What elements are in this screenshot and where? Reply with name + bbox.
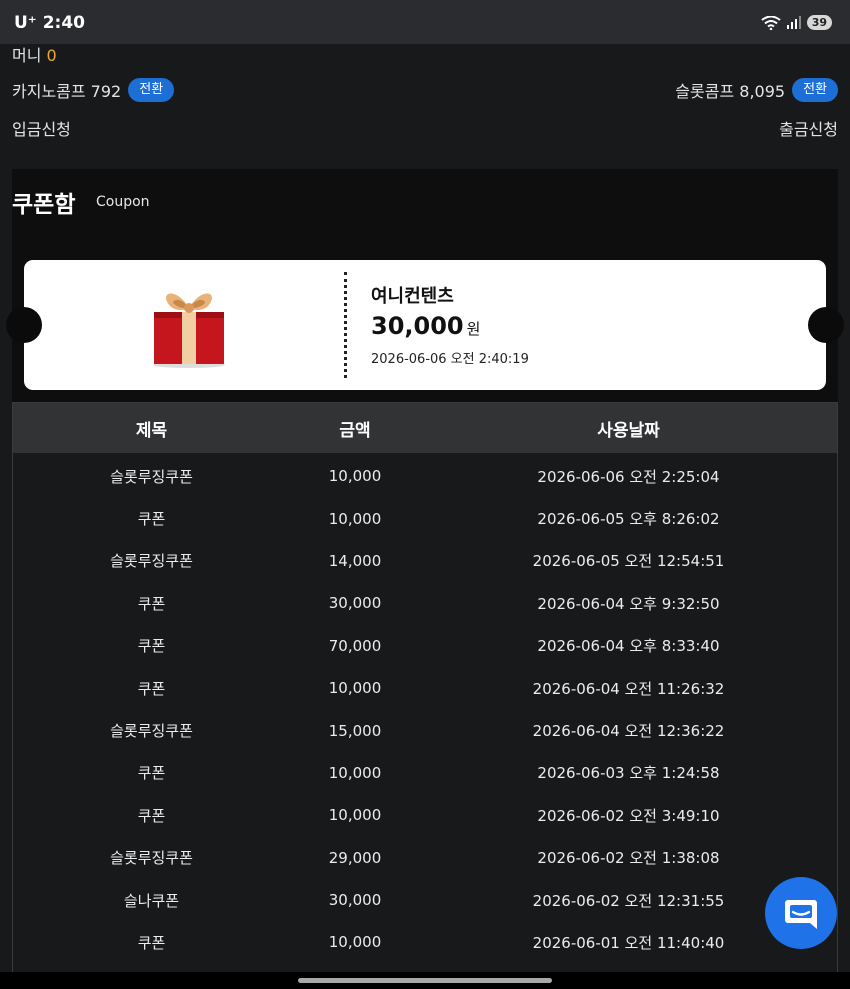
row-amount: 29,000 <box>328 848 382 867</box>
row-amount: 30,000 <box>328 891 382 910</box>
row-used-date: 2026-06-05 오전 12:54:51 <box>532 552 725 571</box>
row-title: 쿠폰 <box>137 679 166 698</box>
live-chat-button[interactable] <box>765 877 837 949</box>
header-used-date: 사용날짜 <box>597 420 660 441</box>
row-title: 슬롯루징쿠폰 <box>110 722 193 741</box>
row-amount: 14,000 <box>328 551 382 570</box>
row-title: 쿠폰 <box>137 637 166 656</box>
header-amount: 금액 <box>339 420 371 441</box>
row-used-date: 2026-06-06 오전 2:25:04 <box>537 467 720 486</box>
coupon-box-title: 쿠폰함 <box>12 192 76 218</box>
ticket-divider <box>344 272 347 378</box>
status-time: U⁺ 2:40 <box>14 13 85 33</box>
table-row: 쿠폰 10,000 2026-06-03 오후 1:24:58 <box>13 752 837 794</box>
row-used-date: 2026-06-02 오전 1:38:08 <box>537 849 720 868</box>
money-value: 0 <box>46 46 57 65</box>
comp-row: 카지노콤프 792 전환 슬롯콤프 8,095 전환 <box>12 76 838 104</box>
slot-comp-label: 슬롯콤프 8,095 <box>675 82 786 101</box>
row-amount: 70,000 <box>328 636 382 655</box>
casino-comp-label: 카지노콤프 792 <box>12 82 122 101</box>
featured-coupon-amount: 30,000 원 <box>371 312 480 340</box>
money-label: 머니 <box>12 46 42 65</box>
row-used-date: 2026-06-04 오전 11:26:32 <box>532 679 725 698</box>
table-row: 슬나쿠폰 30,000 2026-06-02 오전 12:31:55 <box>13 879 837 921</box>
row-title: 쿠폰 <box>137 764 166 783</box>
row-used-date: 2026-06-04 오후 9:32:50 <box>537 594 720 613</box>
featured-coupon-amount-value: 30,000 <box>371 312 464 340</box>
money-row: 머니 0 <box>12 42 57 66</box>
row-amount: 30,000 <box>328 594 382 613</box>
coupon-box-subtitle: Coupon <box>96 194 150 210</box>
ticket-notch-right <box>808 307 844 343</box>
row-amount: 10,000 <box>328 763 382 782</box>
row-used-date: 2026-06-05 오후 8:26:02 <box>537 510 720 529</box>
status-icons: 39 <box>761 15 832 30</box>
table-row: 슬롯루징쿠폰 15,000 2026-06-04 오전 12:36:22 <box>13 709 837 751</box>
table-row: 쿠폰 10,000 2026-06-05 오후 8:26:02 <box>13 497 837 539</box>
slot-comp-convert-button[interactable]: 전환 <box>792 78 838 102</box>
featured-coupon-name: 여니컨텐츠 <box>371 286 454 307</box>
battery-indicator: 39 <box>806 15 832 30</box>
table-row: 슬롯루징쿠폰 10,000 2026-06-06 오전 2:25:04 <box>13 455 837 497</box>
row-used-date: 2026-06-04 오후 8:33:40 <box>537 637 720 656</box>
table-header: 제목 금액 사용날짜 <box>13 403 837 453</box>
gift-box-icon <box>153 293 225 368</box>
row-title: 쿠폰 <box>137 806 166 825</box>
wifi-icon <box>761 15 781 30</box>
request-row: 입금신청 출금신청 <box>12 116 838 140</box>
table-body: 슬롯루징쿠폰 10,000 2026-06-06 오전 2:25:04 쿠폰 10,00… <box>13 455 837 964</box>
row-amount: 10,000 <box>328 467 382 486</box>
table-row: 슬롯루징쿠폰 14,000 2026-06-05 오전 12:54:51 <box>13 540 837 582</box>
header-title: 제목 <box>135 420 168 441</box>
row-title: 쿠폰 <box>137 933 166 952</box>
row-amount: 10,000 <box>328 679 382 698</box>
table-row: 쿠폰 10,000 2026-06-02 오전 3:49:10 <box>13 794 837 836</box>
table-row: 쿠폰 10,000 2026-06-04 오전 11:26:32 <box>13 667 837 709</box>
row-title: 쿠폰 <box>137 594 166 613</box>
row-title: 슬롯루징쿠폰 <box>110 552 193 571</box>
row-amount: 10,000 <box>328 509 382 528</box>
casino-comp-convert-button[interactable]: 전환 <box>128 78 175 102</box>
row-title: 쿠폰 <box>137 510 166 529</box>
table-row: 쿠폰 10,000 2026-06-01 오전 11:40:40 <box>13 921 837 963</box>
table-row: 슬롯루징쿠폰 29,000 2026-06-02 오전 1:38:08 <box>13 837 837 879</box>
table-row: 쿠폰 70,000 2026-06-04 오후 8:33:40 <box>13 625 837 667</box>
home-handle[interactable] <box>298 978 552 983</box>
featured-coupon-date: 2026-06-06 오전 2:40:19 <box>371 352 529 367</box>
slot-comp-group: 슬롯콤프 8,095 전환 <box>675 78 838 102</box>
featured-coupon-unit: 원 <box>466 320 481 338</box>
row-title: 슬롯루징쿠폰 <box>110 467 193 486</box>
row-amount: 10,000 <box>328 806 382 825</box>
status-bar: U⁺ 2:40 39 <box>0 0 850 44</box>
row-title: 슬나쿠폰 <box>123 891 180 910</box>
table-row: 쿠폰 30,000 2026-06-04 오후 9:32:50 <box>13 582 837 624</box>
coupon-history-table: 제목 금액 사용날짜 슬롯루징쿠폰 10,000 2026-06-06 오전 2:2… <box>12 402 838 973</box>
deposit-request-link[interactable]: 입금신청 <box>12 116 71 140</box>
system-nav-bar <box>0 972 850 989</box>
casino-comp-group: 카지노콤프 792 전환 <box>12 78 175 102</box>
row-used-date: 2026-06-02 오전 3:49:10 <box>537 806 720 825</box>
featured-coupon-card[interactable]: 여니컨텐츠 30,000 원 2026-06-06 오전 2:40:19 <box>24 260 826 390</box>
row-amount: 10,000 <box>328 933 382 952</box>
row-amount: 15,000 <box>328 721 382 740</box>
withdraw-request-link[interactable]: 출금신청 <box>779 116 838 140</box>
row-used-date: 2026-06-04 오전 12:36:22 <box>532 722 725 741</box>
ticket-notch-left <box>6 307 42 343</box>
chat-bubble-icon <box>785 900 817 929</box>
signal-icon <box>786 16 801 29</box>
row-used-date: 2026-06-03 오후 1:24:58 <box>537 764 720 783</box>
row-title: 슬롯루징쿠폰 <box>110 849 193 868</box>
